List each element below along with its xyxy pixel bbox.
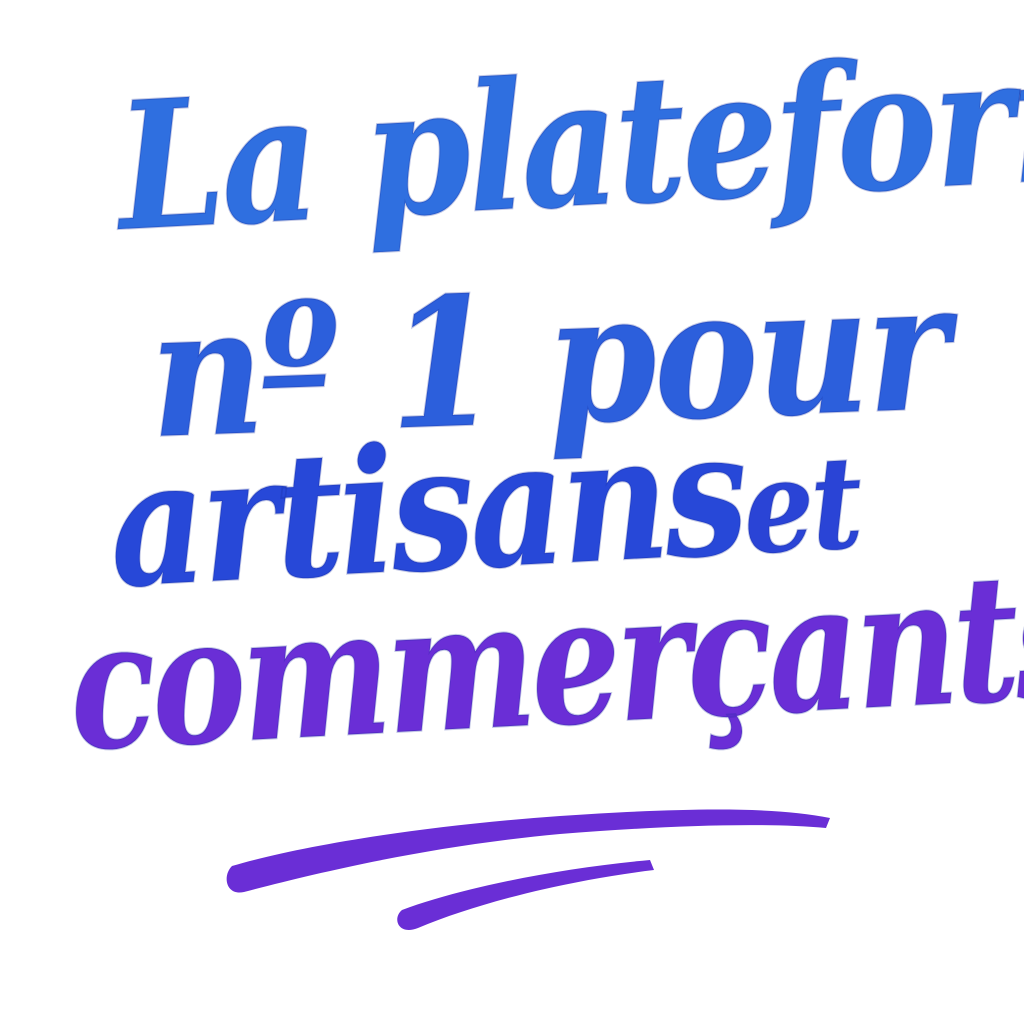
underline-swash-short [397,860,654,931]
lettering-artwork: La plateforme nº 1 pour artisanset comme… [0,0,1024,1024]
underline-swash [226,809,831,931]
